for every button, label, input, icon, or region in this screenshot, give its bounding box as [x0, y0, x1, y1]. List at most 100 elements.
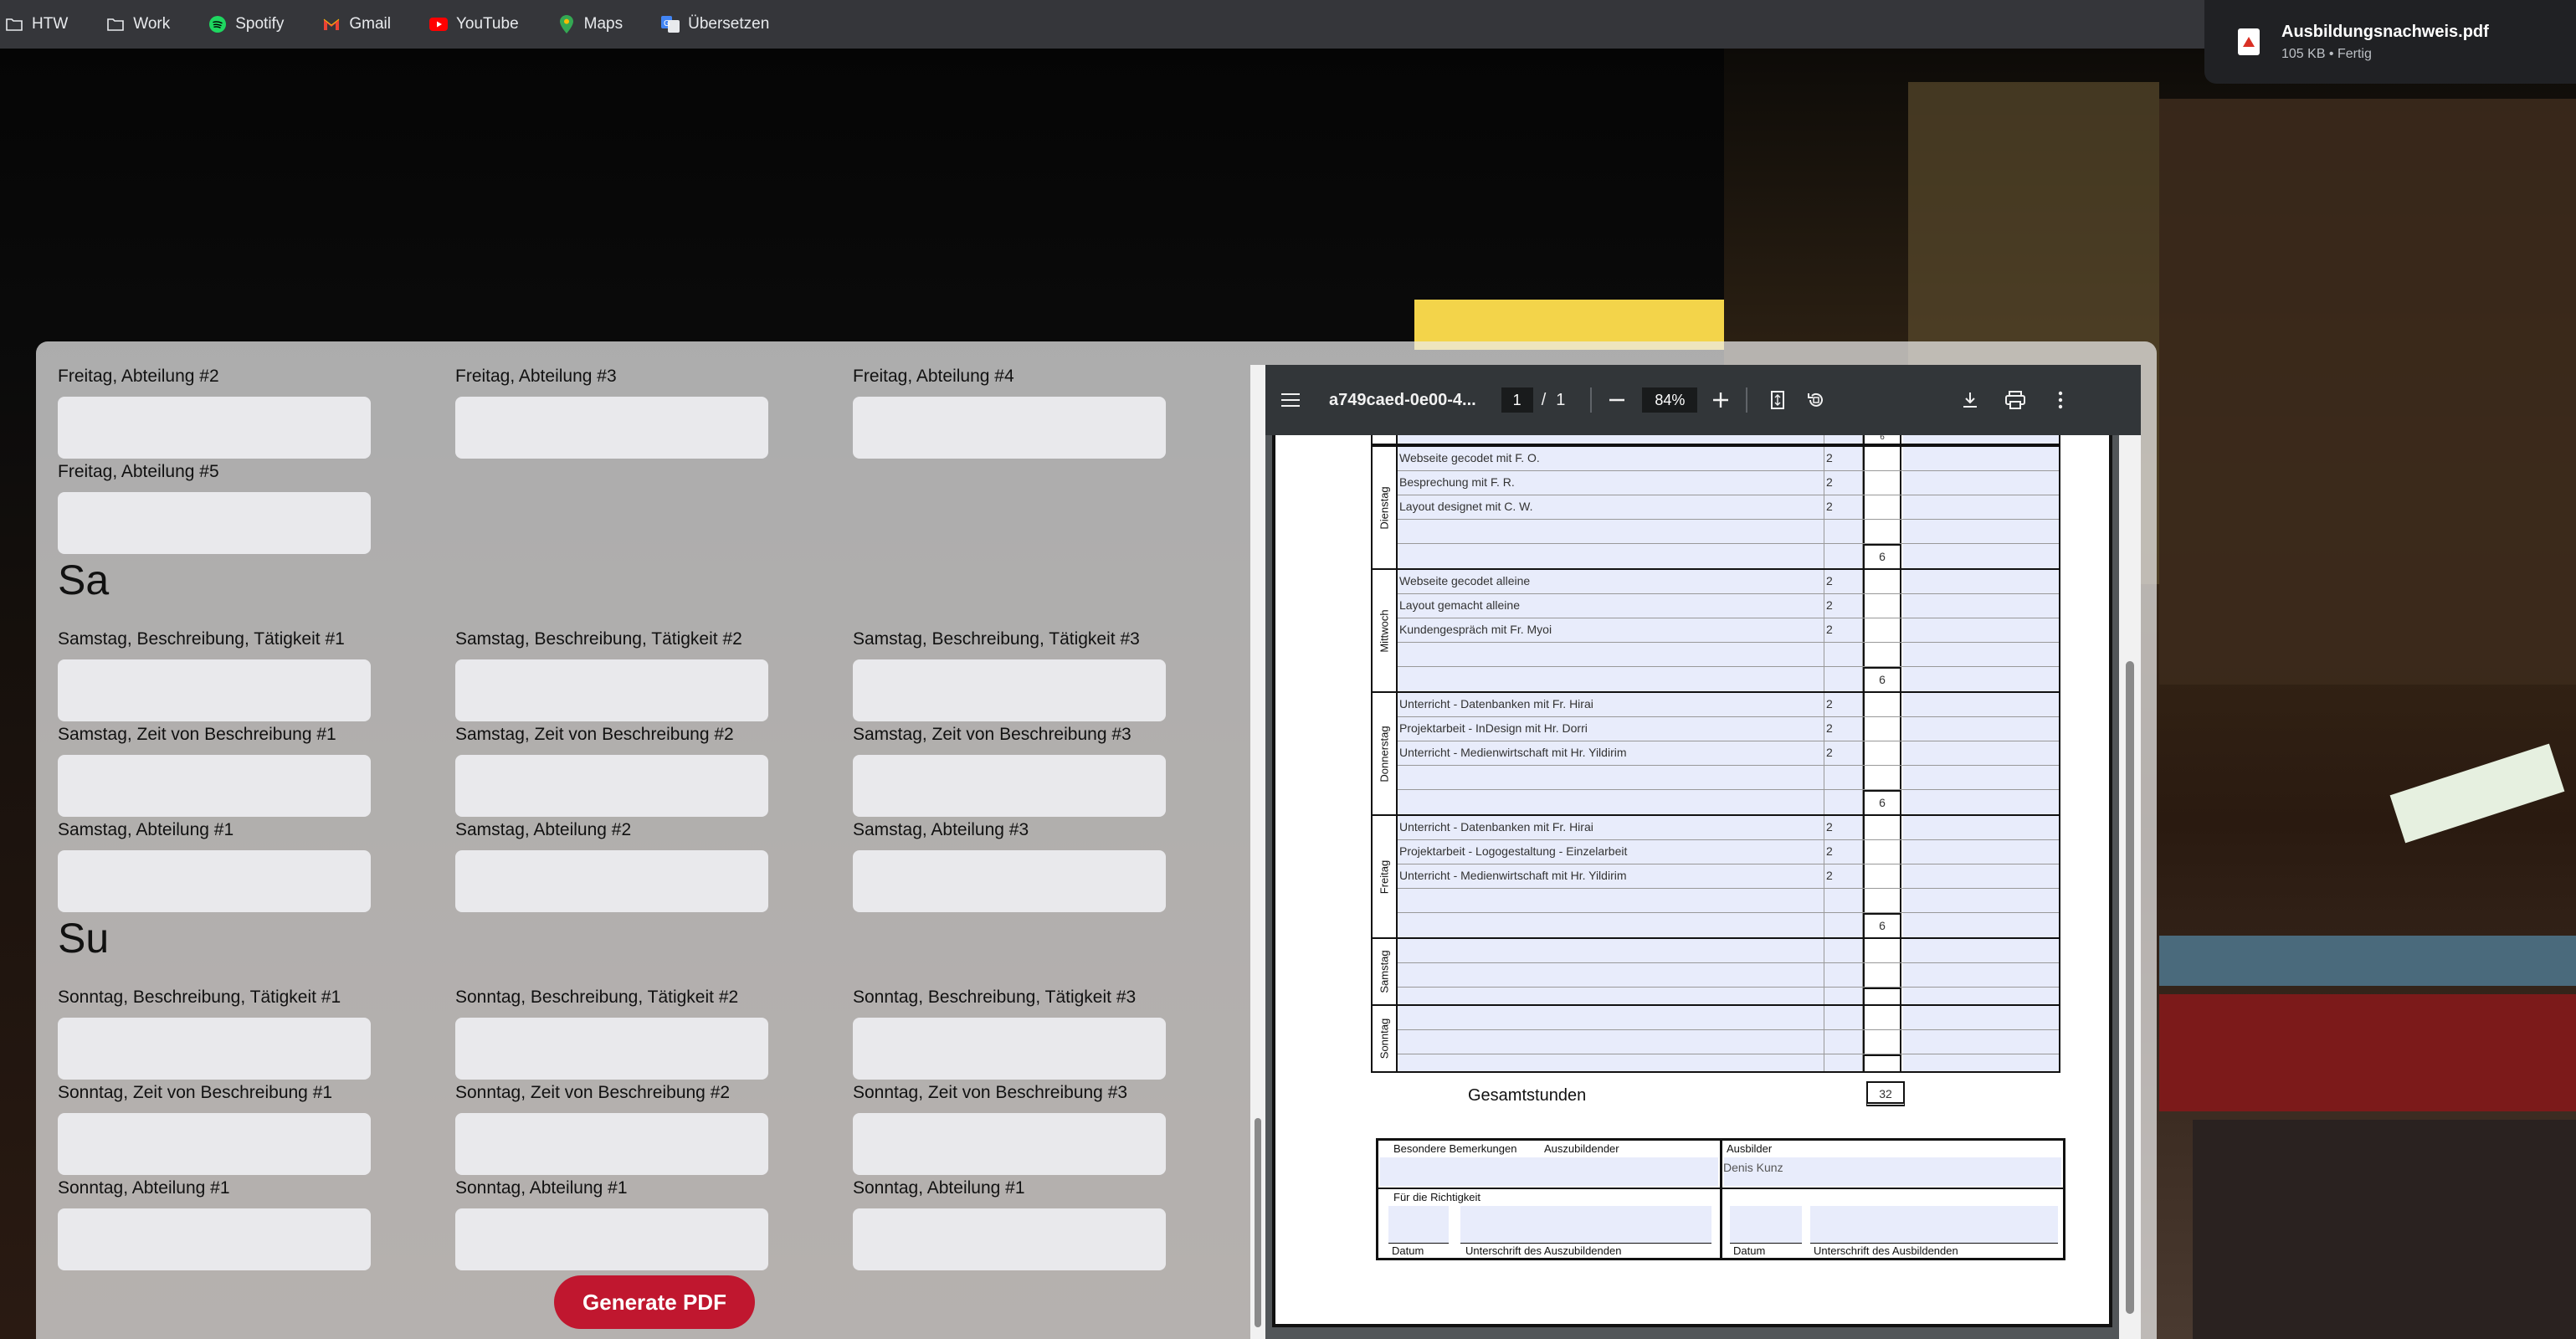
- hours-cell[interactable]: [1824, 1030, 1863, 1054]
- hours-cell[interactable]: [1824, 1054, 1863, 1071]
- bookmark-htw[interactable]: HTW: [0, 8, 73, 41]
- hours-cell[interactable]: 2: [1824, 840, 1863, 864]
- dept-cell[interactable]: [1903, 939, 2059, 962]
- text-input[interactable]: [455, 850, 768, 912]
- hours-cell[interactable]: [1824, 643, 1863, 666]
- dept-cell[interactable]: [1903, 544, 2059, 568]
- desc-cell[interactable]: [1398, 988, 1824, 1004]
- dept-cell[interactable]: [1903, 471, 2059, 495]
- hours-cell[interactable]: [1824, 913, 1863, 937]
- hours-cell[interactable]: 2: [1824, 864, 1863, 888]
- signature-ausbilder-field[interactable]: [1810, 1206, 2058, 1243]
- hours-cell[interactable]: [1824, 963, 1863, 987]
- desc-cell[interactable]: [1398, 939, 1824, 962]
- text-input[interactable]: [455, 1018, 768, 1080]
- dept-cell[interactable]: [1903, 889, 2059, 912]
- text-input[interactable]: [58, 397, 371, 459]
- dept-cell[interactable]: [1903, 1030, 2059, 1054]
- text-input[interactable]: [58, 1113, 371, 1175]
- desc-cell[interactable]: Projektarbeit - InDesign mit Hr. Dorri: [1398, 717, 1824, 741]
- text-input[interactable]: [58, 492, 371, 554]
- dept-cell[interactable]: [1903, 618, 2059, 642]
- rotate-icon[interactable]: [1803, 387, 1829, 413]
- bookmark-uebersetzen[interactable]: G Übersetzen: [656, 8, 774, 41]
- text-input[interactable]: [853, 1018, 1166, 1080]
- text-input[interactable]: [455, 1208, 768, 1270]
- hours-cell[interactable]: [1824, 667, 1863, 691]
- dept-cell[interactable]: [1903, 717, 2059, 741]
- dept-cell[interactable]: [1903, 693, 2059, 716]
- fit-page-icon[interactable]: [1764, 387, 1791, 413]
- text-input[interactable]: [58, 755, 371, 817]
- bookmark-gmail[interactable]: Gmail: [317, 8, 396, 41]
- download-icon[interactable]: [1957, 387, 1983, 413]
- page-number-input[interactable]: 1: [1501, 387, 1533, 413]
- dept-cell[interactable]: [1903, 963, 2059, 987]
- text-input[interactable]: [455, 659, 768, 721]
- text-input[interactable]: [58, 1018, 371, 1080]
- pdf-scrollbar[interactable]: [2119, 435, 2141, 1339]
- desc-cell[interactable]: Projektarbeit - Logogestaltung - Einzela…: [1398, 840, 1824, 864]
- download-bubble[interactable]: Ausbildungsnachweis.pdf 105 KB • Fertig: [2204, 0, 2576, 84]
- more-options-icon[interactable]: [2047, 387, 2074, 413]
- desc-cell[interactable]: Webseite gecodet alleine: [1398, 570, 1824, 593]
- text-input[interactable]: [455, 755, 768, 817]
- text-input[interactable]: [58, 1208, 371, 1270]
- download-filename[interactable]: Ausbildungsnachweis.pdf: [2281, 23, 2489, 42]
- bookmark-work[interactable]: Work: [101, 8, 175, 41]
- hours-cell[interactable]: 2: [1824, 816, 1863, 839]
- text-input[interactable]: [853, 850, 1166, 912]
- dept-cell[interactable]: [1903, 864, 2059, 888]
- desc-cell[interactable]: Layout gemacht alleine: [1398, 594, 1824, 618]
- hours-cell[interactable]: 2: [1824, 570, 1863, 593]
- hours-cell[interactable]: 2: [1824, 495, 1863, 519]
- dept-cell[interactable]: [1903, 1006, 2059, 1029]
- signature-azubi-field[interactable]: [1460, 1206, 1711, 1243]
- desc-cell[interactable]: Kundengespräch mit Fr. Myoi: [1398, 618, 1824, 642]
- desc-cell[interactable]: [1398, 1054, 1824, 1071]
- hours-cell[interactable]: 2: [1824, 447, 1863, 470]
- text-input[interactable]: [455, 397, 768, 459]
- text-input[interactable]: [853, 659, 1166, 721]
- zoom-in-icon[interactable]: [1707, 387, 1734, 413]
- dept-cell[interactable]: [1903, 495, 2059, 519]
- desc-cell[interactable]: Unterricht - Datenbanken mit Fr. Hirai: [1398, 816, 1824, 839]
- desc-cell[interactable]: [1398, 766, 1824, 789]
- text-input[interactable]: [853, 755, 1166, 817]
- desc-cell[interactable]: [1398, 963, 1824, 987]
- dept-cell[interactable]: [1903, 594, 2059, 618]
- print-icon[interactable]: [2002, 387, 2029, 413]
- zoom-out-icon[interactable]: [1604, 387, 1630, 413]
- hours-cell[interactable]: [1824, 520, 1863, 543]
- bookmark-maps[interactable]: Maps: [552, 8, 628, 41]
- datum-azubi-field[interactable]: [1388, 1206, 1449, 1243]
- hours-cell[interactable]: 2: [1824, 594, 1863, 618]
- dept-cell[interactable]: [1903, 520, 2059, 543]
- desc-cell[interactable]: [1398, 544, 1824, 568]
- desc-cell[interactable]: [1398, 913, 1824, 937]
- dept-cell[interactable]: [1903, 570, 2059, 593]
- dept-cell[interactable]: [1903, 741, 2059, 765]
- desc-cell[interactable]: [1398, 667, 1824, 691]
- hours-cell[interactable]: [1824, 1006, 1863, 1029]
- desc-cell[interactable]: Besprechung mit F. R.: [1398, 471, 1824, 495]
- hours-cell[interactable]: [1824, 939, 1863, 962]
- desc-cell[interactable]: Unterricht - Medienwirtschaft mit Hr. Yi…: [1398, 741, 1824, 765]
- hours-cell[interactable]: 2: [1824, 741, 1863, 765]
- dept-cell[interactable]: [1903, 1054, 2059, 1071]
- hours-cell[interactable]: [1824, 988, 1863, 1004]
- bookmark-spotify[interactable]: Spotify: [203, 8, 289, 41]
- hours-cell[interactable]: [1824, 889, 1863, 912]
- menu-icon[interactable]: [1277, 387, 1304, 413]
- text-input[interactable]: [853, 1113, 1166, 1175]
- dept-cell[interactable]: [1903, 643, 2059, 666]
- hours-cell[interactable]: 2: [1824, 471, 1863, 495]
- desc-cell[interactable]: Unterricht - Medienwirtschaft mit Hr. Yi…: [1398, 864, 1824, 888]
- dept-cell[interactable]: [1903, 447, 2059, 470]
- desc-cell[interactable]: [1398, 1006, 1824, 1029]
- remarks-azubi-field[interactable]: [1380, 1157, 1718, 1186]
- desc-cell[interactable]: [1398, 1030, 1824, 1054]
- desc-cell[interactable]: [1398, 889, 1824, 912]
- dept-cell[interactable]: [1903, 790, 2059, 814]
- hours-cell[interactable]: [1824, 790, 1863, 814]
